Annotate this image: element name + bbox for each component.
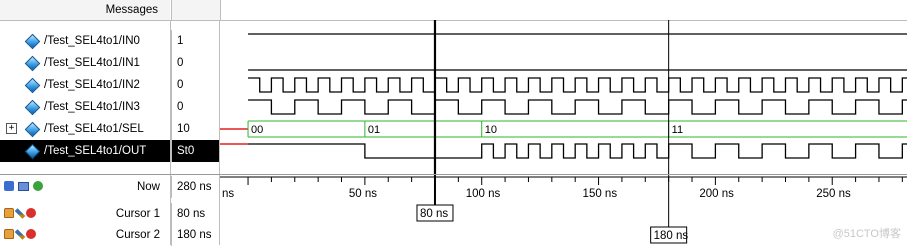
cursor-label: Cursor 1 [115,208,160,220]
time-axis-pane[interactable]: ns 50 ns 100 ns 150 ns 200 ns 250 ns 80 ns 180 … [220,175,907,245]
axis-tick-label: 250 ns [816,188,851,200]
bus-value-label: 10 [485,124,497,136]
column-divider[interactable] [170,20,171,175]
signal-diamond-icon [24,77,41,94]
cursor-label: Cursor 2 [115,229,160,241]
waveform-pane[interactable]: 00 01 10 11 [220,20,907,175]
axis-tick-label: 50 ns [349,188,377,200]
signal-name: /Test_SEL4to1/IN0 [44,35,140,47]
cursor-time-label: 80 ns [420,208,448,220]
signal-name: /Test_SEL4to1/IN2 [44,79,140,91]
bus-value-label: 01 [368,124,380,136]
remove-cursor-icon[interactable] [26,208,37,219]
signal-value: 0 [171,74,219,96]
now-row: Now 280 ns [0,176,220,198]
signal-name: /Test_SEL4to1/OUT [44,145,147,157]
signal-value: 0 [171,96,219,118]
signal-row-in0[interactable]: /Test_SEL4to1/IN0 [0,30,170,52]
axis-tick-label: ns [222,188,234,200]
expand-plus-icon[interactable]: + [6,123,17,134]
cursor-value: 180 ns [171,224,219,246]
signal-diamond-icon [24,121,41,138]
now-value: 280 ns [171,176,219,198]
signal-row-sel[interactable]: + /Test_SEL4to1/SEL [0,118,170,140]
signal-diamond-icon [24,143,41,160]
signal-diamond-icon [24,99,41,116]
signal-diamond-icon [24,55,41,72]
messages-label: Messages [105,4,158,16]
wave-window: Messages /Test_SEL4to1/IN0 1 /Test_SEL4t… [0,0,907,246]
signal-value: 10 [171,118,219,140]
signal-value: 1 [171,30,219,52]
cursor-time-label: 180 ns [654,230,689,242]
wave-in2 [248,77,907,93]
signal-value: St0 [171,140,219,162]
monitor-icon[interactable] [18,181,30,191]
cursor-2-row[interactable]: Cursor 2 180 ns [0,224,220,246]
signal-diamond-icon [24,33,41,50]
signal-row-in1[interactable]: /Test_SEL4to1/IN1 [0,52,170,74]
wave-out [248,143,907,159]
cursor-1-row[interactable]: Cursor 1 80 ns [0,203,220,225]
column-divider [170,175,171,245]
pencil-icon[interactable] [14,207,26,219]
cursor-icons [4,228,37,242]
signal-row-out[interactable]: /Test_SEL4to1/OUT [0,140,170,162]
wave-in3 [248,99,907,115]
remove-cursor-icon[interactable] [26,229,37,240]
value-column-header [171,0,220,21]
pencil-icon[interactable] [14,228,26,240]
bus-value-label: 00 [251,124,263,136]
lock-icon[interactable] [4,229,14,240]
waveform-header [220,0,907,21]
watermark: @51CTO博客 [832,228,901,240]
messages-header: Messages [0,0,170,21]
signal-name: /Test_SEL4to1/SEL [44,123,144,135]
signal-name: /Test_SEL4to1/IN1 [44,57,140,69]
signal-row-in3[interactable]: /Test_SEL4to1/IN3 [0,96,170,118]
signal-value: 0 [171,52,219,74]
add-cursor-icon[interactable] [33,181,44,192]
lock-icon[interactable] [4,208,14,219]
signal-name: /Test_SEL4to1/IN3 [44,101,140,113]
axis-tick-label: 200 ns [699,188,734,200]
toolbar-icons [4,180,44,194]
bus-value-label: 11 [672,124,683,136]
zoom-icon[interactable] [4,181,14,192]
axis-tick-label: 100 ns [466,188,501,200]
cursor-icons [4,207,37,221]
cursor-value: 80 ns [171,203,219,225]
signal-row-in2[interactable]: /Test_SEL4to1/IN2 [0,74,170,96]
now-label: Now [136,181,160,193]
axis-tick-label: 150 ns [583,188,618,200]
